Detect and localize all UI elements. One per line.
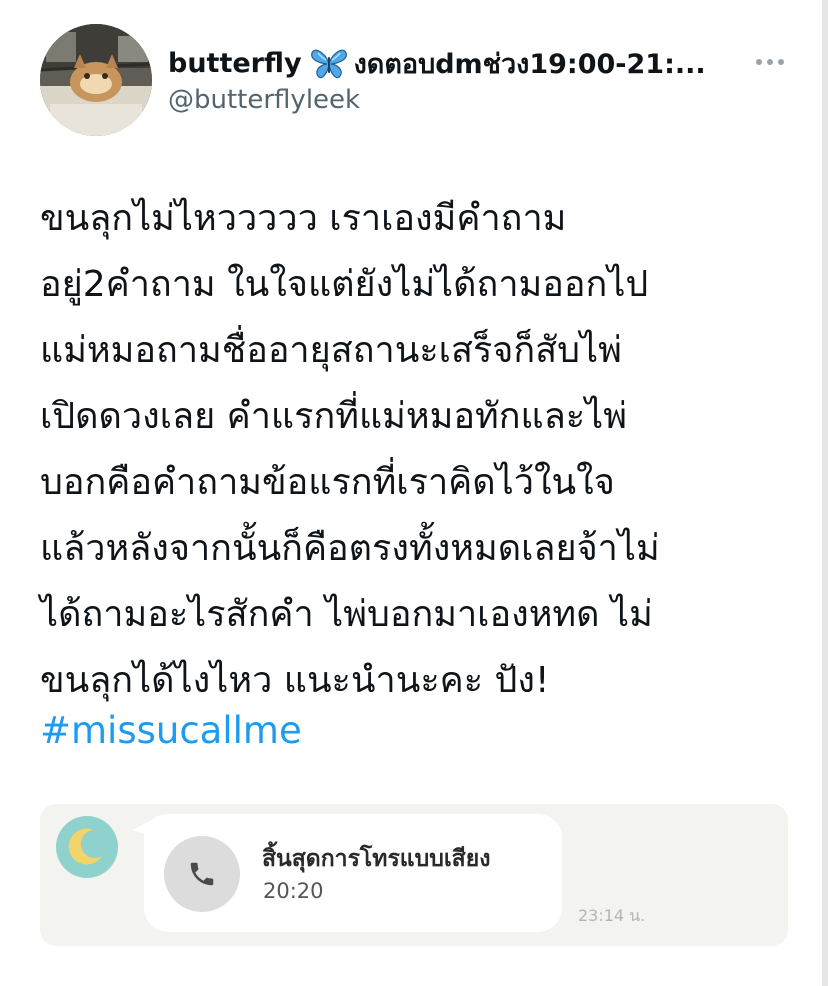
tweet-line: เปิดดวงเลย คำแรกที่แม่หมอทักและไพ่ bbox=[40, 396, 627, 437]
more-options-icon bbox=[756, 59, 784, 65]
call-duration: 20:20 bbox=[263, 879, 324, 903]
chat-avatar bbox=[56, 816, 118, 878]
display-name-suffix: งดตอบdmช่วง19:00-21:... bbox=[353, 48, 706, 80]
butterfly-emoji-icon bbox=[310, 47, 348, 79]
display-name-row[interactable]: butterfly งดตอบdmช่วง19:00-21:... bbox=[168, 40, 738, 86]
tweet-line: แม่หมอถามชื่ออายุสถานะเสร็จก็สับไพ่ bbox=[40, 330, 622, 371]
tweet-text: ขนลุกไม่ไหววววว เราเองมีคำถาม อยู่2คำถาม… bbox=[40, 186, 800, 714]
message-timestamp: 23:14 น. bbox=[578, 906, 646, 925]
window-edge bbox=[822, 0, 828, 986]
avatar-photo-icon bbox=[40, 24, 152, 136]
hashtag-link[interactable]: #missucallme bbox=[40, 700, 302, 762]
user-handle[interactable]: @butterflyleek bbox=[168, 82, 360, 118]
moon-icon bbox=[68, 828, 102, 865]
phone-icon-circle bbox=[164, 836, 240, 912]
tweet-line: ได้ถามอะไรสักคำ ไพ่บอกมาเองหทด ไม่ bbox=[40, 594, 653, 635]
more-options-button[interactable] bbox=[748, 50, 792, 74]
call-title: สิ้นสุดการโทรแบบเสียง bbox=[262, 846, 491, 872]
tweet-line: บอกคือคำถามข้อแรกที่เราคิดไว้ในใจ bbox=[40, 462, 615, 503]
user-avatar[interactable] bbox=[40, 24, 152, 136]
display-name: butterfly bbox=[168, 47, 302, 79]
tweet-line: แล้วหลังจากนั้นก็คือตรงทั้งหมดเลยจ้าไม่ bbox=[40, 528, 660, 569]
tweet-line: อยู่2คำถาม ในใจแต่ยังไม่ได้ถามออกไป bbox=[40, 264, 649, 305]
tweet-line: ขนลุกไม่ไหววววว เราเองมีคำถาม bbox=[40, 198, 567, 239]
phone-icon bbox=[190, 862, 214, 886]
